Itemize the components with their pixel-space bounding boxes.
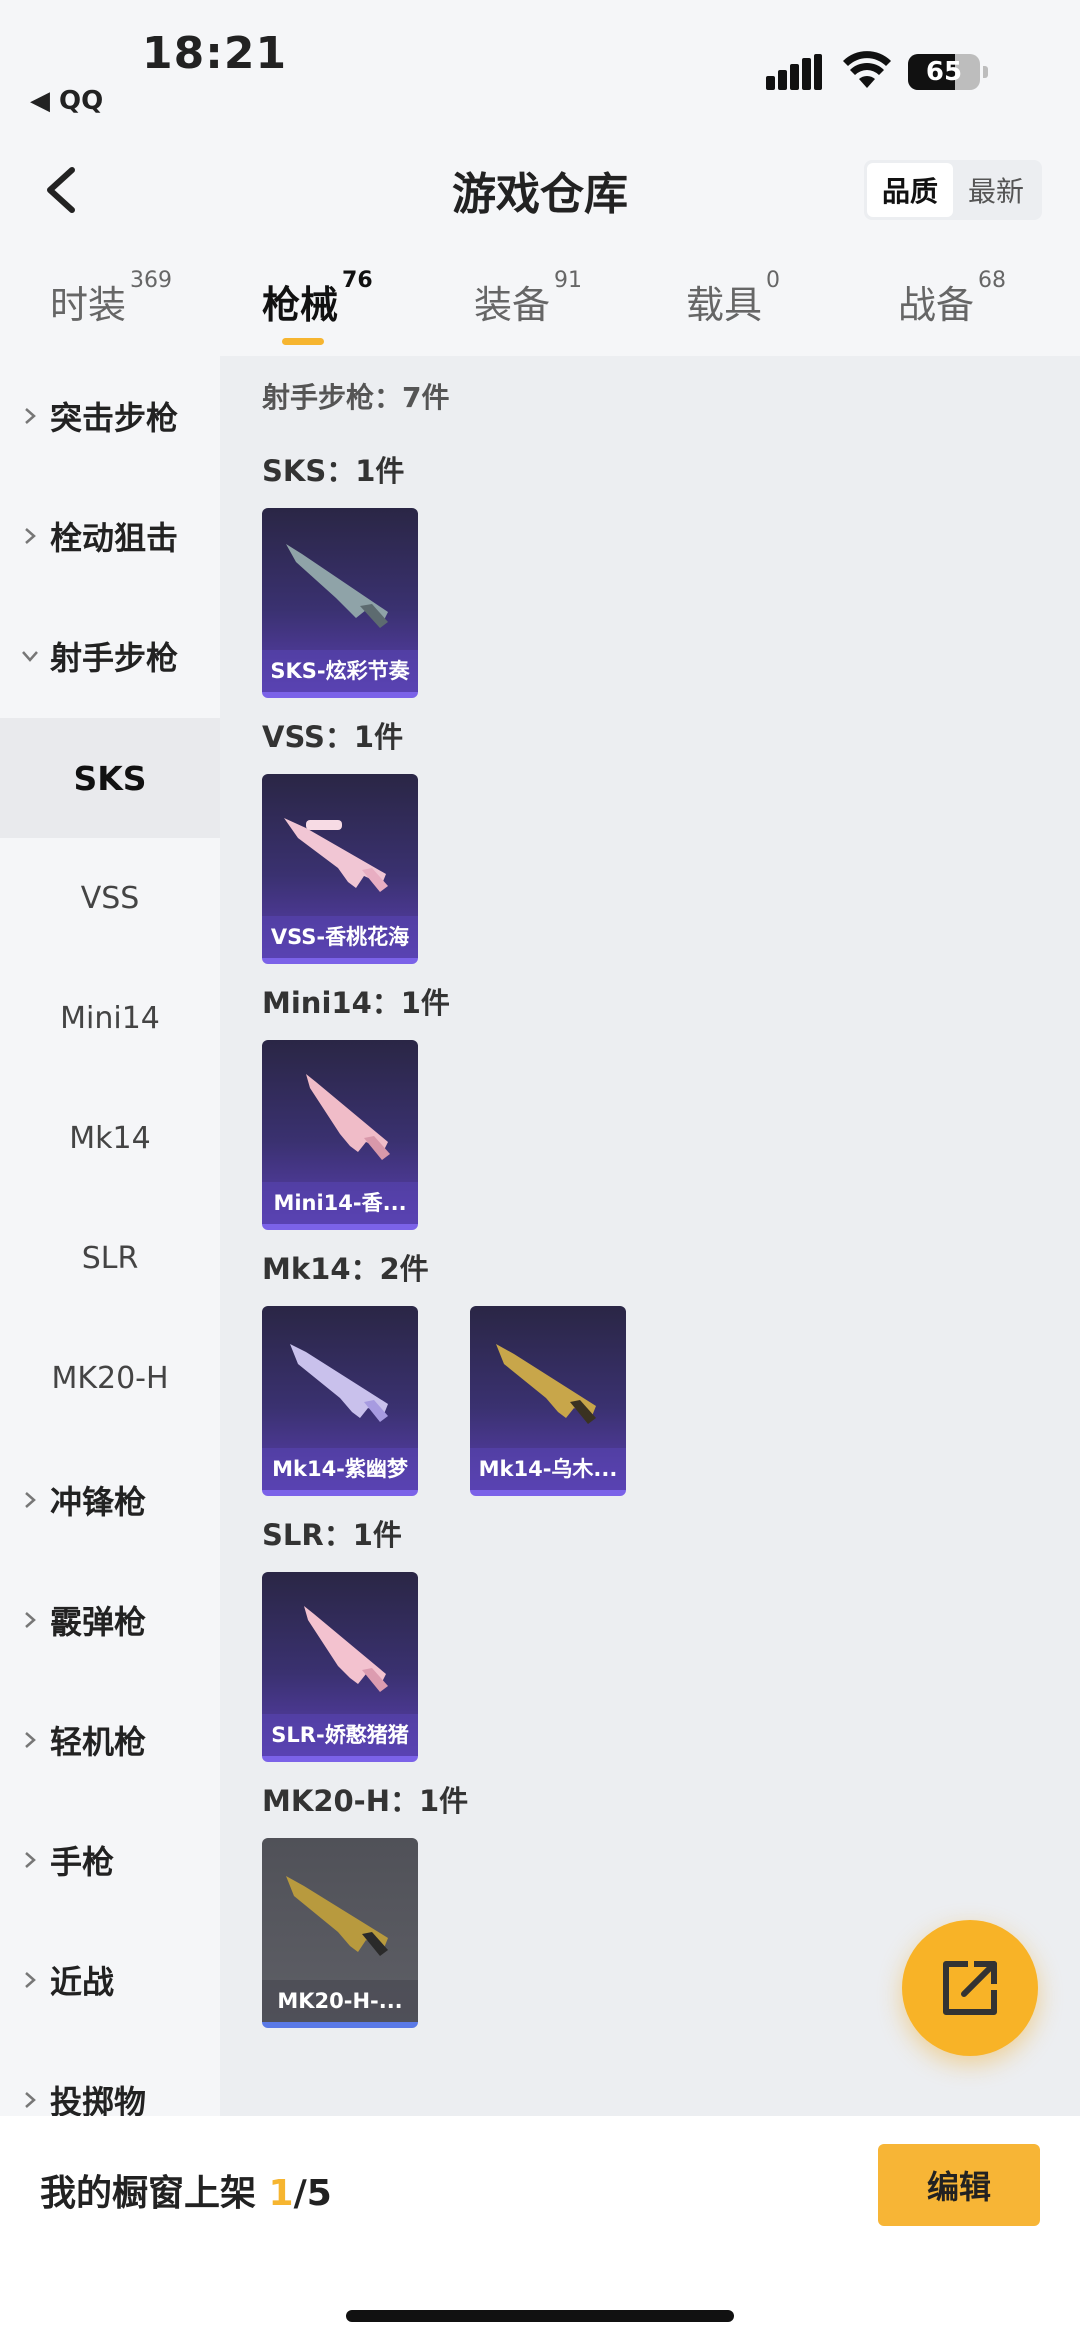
weapon-card-label: VSS-香桃花海 (262, 916, 418, 958)
chevron-down-icon (22, 651, 38, 662)
rifle-skin-icon (306, 1074, 390, 1160)
sidebar-item-melee[interactable]: 近战 (0, 1920, 220, 2040)
showcase-total-count: /5 (293, 2173, 332, 2214)
wifi-icon (842, 48, 892, 92)
battery-icon: 65 (908, 54, 988, 90)
share-fab-button[interactable] (902, 1920, 1038, 2056)
weapon-card-mini14[interactable]: Mini14-香... (262, 1040, 418, 1230)
weapon-category-sidebar: 突击步枪 栓动狙击 射手步枪 SKS VSS Mini14 Mk14 SLR M… (0, 356, 220, 2116)
chevron-right-icon (25, 1972, 36, 1988)
weapon-card-label: MK20-H-... (262, 1980, 418, 2022)
chevron-right-icon (25, 1612, 36, 1628)
sidebar-item-sks[interactable]: SKS (0, 718, 220, 838)
sidebar-item-vss[interactable]: VSS (0, 838, 220, 958)
weapon-card-label: SKS-炫彩节奏 (262, 650, 418, 692)
group-title-mk20h: MK20-H：1件 (262, 1784, 469, 1818)
category-summary: 射手步枪：7件 (262, 381, 450, 414)
status-time: 18:21 (142, 28, 288, 79)
sort-quality-button[interactable]: 品质 (867, 163, 953, 217)
battery-level: 65 (925, 57, 963, 87)
sort-newest-button[interactable]: 最新 (953, 163, 1039, 217)
group-title-vss: VSS：1件 (262, 720, 404, 754)
page-header: 游戏仓库 品质 最新 (0, 140, 1080, 240)
chevron-right-icon (25, 408, 36, 424)
showcase-current-count: 1 (268, 2173, 294, 2214)
rifle-skin-icon (286, 1876, 388, 1956)
status-bar: 18:21 ◀ QQ 65 (0, 0, 1080, 130)
weapon-list: 射手步枪：7件 SKS：1件 SKS-炫彩节奏 VSS：1件 VSS-香桃花海 … (220, 356, 1080, 2116)
sidebar-item-marksman-rifle[interactable]: 射手步枪 (0, 596, 220, 716)
weapon-card-vss[interactable]: VSS-香桃花海 (262, 774, 418, 964)
tab-supplies[interactable]: 战备68 (898, 268, 1006, 329)
tab-equipment[interactable]: 装备91 (474, 268, 582, 329)
tab-fashion[interactable]: 时装369 (50, 268, 172, 329)
showcase-status: 我的橱窗上架 1/5 (40, 2173, 332, 2214)
cellular-signal-icon (766, 54, 822, 90)
chevron-right-icon (25, 1852, 36, 1868)
tab-count: 76 (342, 268, 373, 293)
back-to-app-link[interactable]: ◀ QQ (30, 86, 103, 116)
weapon-card-label: SLR-娇憨猪猪 (262, 1714, 418, 1756)
group-title-sks: SKS：1件 (262, 454, 405, 488)
rifle-skin-icon (284, 818, 388, 892)
sidebar-item-slr[interactable]: SLR (0, 1198, 220, 1318)
weapon-card-mk20h[interactable]: MK20-H-... (262, 1838, 418, 2028)
rifle-skin-icon (496, 1344, 596, 1424)
weapon-card-slr[interactable]: SLR-娇憨猪猪 (262, 1572, 418, 1762)
sidebar-item-pistol[interactable]: 手枪 (0, 1800, 220, 1920)
tab-count: 0 (766, 268, 781, 293)
sidebar-item-lmg[interactable]: 轻机枪 (0, 1680, 220, 1800)
sidebar-item-shotgun[interactable]: 霰弹枪 (0, 1560, 220, 1680)
showcase-bar: 我的橱窗上架 1/5 编辑 (0, 2116, 1080, 2341)
sidebar-item-mk20h[interactable]: MK20-H (0, 1318, 220, 1438)
sidebar-item-mini14[interactable]: Mini14 (0, 958, 220, 1078)
group-title-mini14: Mini14：1件 (262, 986, 450, 1020)
weapon-card-label: Mk14-紫幽梦 (262, 1448, 418, 1490)
chevron-right-icon (25, 528, 36, 544)
rifle-skin-icon (286, 544, 388, 628)
tab-count: 369 (130, 268, 173, 293)
tab-count: 68 (978, 268, 1007, 293)
share-external-icon (943, 1961, 997, 2015)
weapon-card-mk14-purple[interactable]: Mk14-紫幽梦 (262, 1306, 418, 1496)
tab-vehicles[interactable]: 载具0 (686, 268, 780, 329)
tab-firearms[interactable]: 枪械76 (262, 268, 373, 329)
group-title-slr: SLR：1件 (262, 1518, 402, 1552)
group-title-mk14: Mk14：2件 (262, 1252, 429, 1286)
rifle-skin-icon (290, 1344, 388, 1422)
sidebar-item-assault-rifle[interactable]: 突击步枪 (0, 356, 220, 476)
weapon-card-mk14-ebony[interactable]: Mk14-乌木... (470, 1306, 626, 1496)
rifle-skin-icon (304, 1606, 388, 1692)
tab-count: 91 (554, 268, 583, 293)
sidebar-item-throwable[interactable]: 投掷物 (0, 2040, 220, 2116)
sort-toggle: 品质 最新 (864, 160, 1042, 220)
sidebar-item-bolt-sniper[interactable]: 栓动狙击 (0, 476, 220, 596)
chevron-right-icon (25, 2092, 36, 2108)
chevron-right-icon (25, 1492, 36, 1508)
chevron-right-icon (25, 1732, 36, 1748)
sidebar-item-mk14[interactable]: Mk14 (0, 1078, 220, 1198)
category-tabs: 时装369 枪械76 装备91 载具0 战备68 (0, 264, 1080, 354)
sidebar-item-smg[interactable]: 冲锋枪 (0, 1440, 220, 1560)
active-tab-indicator (282, 338, 324, 345)
weapon-card-sks[interactable]: SKS-炫彩节奏 (262, 508, 418, 698)
edit-button[interactable]: 编辑 (878, 2144, 1040, 2226)
weapon-card-label: Mini14-香... (262, 1182, 418, 1224)
weapon-card-label: Mk14-乌木... (470, 1448, 626, 1490)
home-indicator[interactable] (346, 2310, 734, 2322)
